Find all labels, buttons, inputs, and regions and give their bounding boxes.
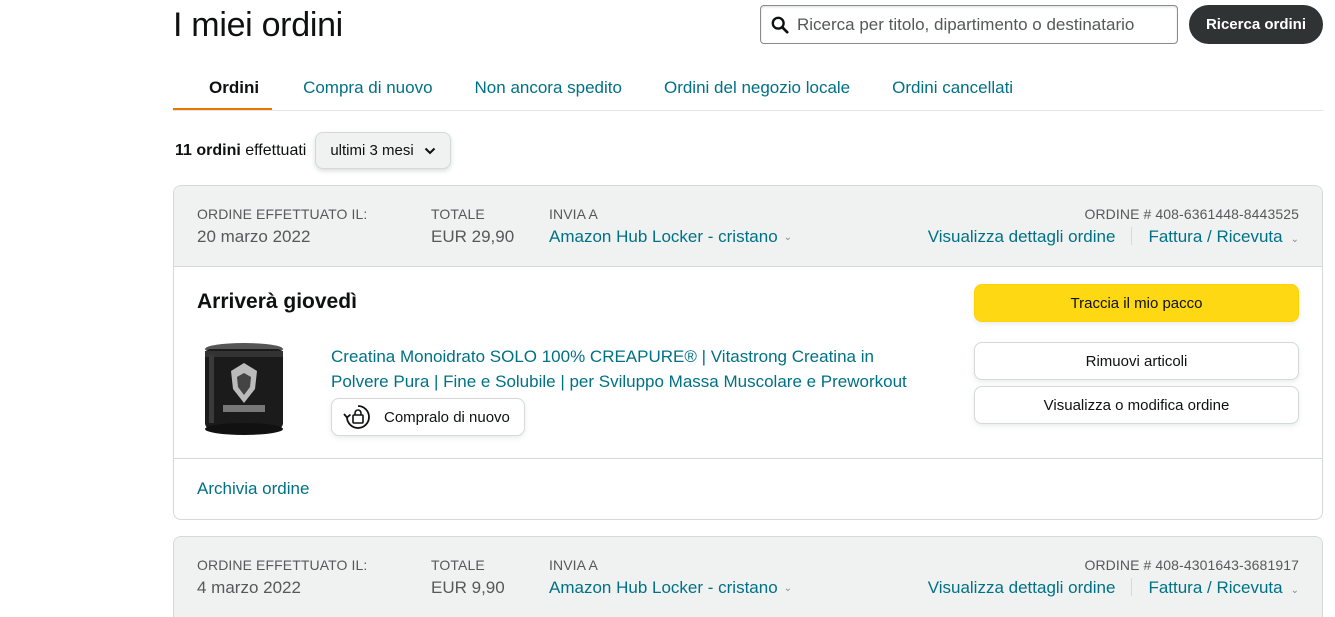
view-edit-order-button[interactable]: Visualizza o modifica ordine: [974, 386, 1299, 424]
order-total: EUR 29,90: [431, 227, 515, 246]
search-orders-button[interactable]: Ricerca ordini: [1189, 5, 1323, 44]
order-total-col: TOTALE EUR 9,90: [431, 557, 505, 598]
order-card: ORDINE EFFETTUATO IL: 4 marzo 2022 TOTAL…: [173, 536, 1323, 617]
orders-count-suffix: effettuati: [245, 141, 307, 159]
ship-to-col: INVIA A Amazon Hub Locker - cristano ⌄: [549, 206, 792, 247]
order-total-col: TOTALE EUR 29,90: [431, 206, 514, 247]
order-header: ORDINE EFFETTUATO IL: 20 marzo 2022 TOTA…: [174, 186, 1322, 267]
archive-order-link[interactable]: Archivia ordine: [197, 479, 309, 499]
order-footer: Archivia ordine: [174, 459, 1322, 519]
invoice-link-label: Fattura / Ricevuta: [1148, 227, 1283, 246]
buy-again-label: Compralo di nuovo: [384, 408, 510, 426]
buy-again-button[interactable]: Compralo di nuovo: [331, 398, 525, 436]
track-package-button[interactable]: Traccia il mio pacco: [974, 284, 1299, 322]
ship-to-name: Amazon Hub Locker - cristano: [549, 227, 778, 246]
order-date-col: ORDINE EFFETTUATO IL: 20 marzo 2022: [197, 206, 367, 247]
ship-to-label: INVIA A: [549, 557, 598, 573]
page-title: I miei ordini: [173, 6, 343, 44]
link-divider: [1131, 227, 1133, 245]
orders-summary: 11 ordini effettuati ultimi 3 mesi: [175, 132, 451, 169]
invoice-link[interactable]: Fattura / Ricevuta ⌄: [1148, 578, 1299, 597]
ship-to-col: INVIA A Amazon Hub Locker - cristano ⌄: [549, 557, 792, 598]
order-number-col: ORDINE # 408-6361448-8443525 Visualizza …: [928, 206, 1299, 247]
order-date-label: ORDINE EFFETTUATO IL:: [197, 557, 368, 573]
order-number: ORDINE # 408-4301643-3681917: [1084, 557, 1299, 573]
chevron-down-icon: ⌄: [1290, 234, 1299, 245]
order-date: 4 marzo 2022: [197, 578, 301, 597]
tab-cancelled-orders[interactable]: Ordini cancellati: [871, 70, 1034, 110]
search-box[interactable]: [760, 5, 1178, 44]
order-tabs: Ordini Compra di nuovo Non ancora spedit…: [173, 70, 1323, 111]
order-date: 20 marzo 2022: [197, 227, 311, 246]
order-date-col: ORDINE EFFETTUATO IL: 4 marzo 2022: [197, 557, 367, 598]
chevron-down-icon: ⌄: [783, 583, 793, 595]
invoice-link[interactable]: Fattura / Ricevuta ⌄: [1148, 227, 1299, 246]
order-details-link[interactable]: Visualizza dettagli ordine: [928, 227, 1116, 246]
order-total-label: TOTALE: [431, 206, 485, 222]
ship-to-label: INVIA A: [549, 206, 598, 222]
tab-not-yet-shipped[interactable]: Non ancora spedito: [454, 70, 643, 110]
chevron-down-icon: ⌄: [783, 232, 793, 244]
orders-count: 11 ordini: [175, 141, 241, 159]
remove-items-button[interactable]: Rimuovi articoli: [974, 342, 1299, 380]
period-dropdown[interactable]: ultimi 3 mesi: [315, 132, 451, 169]
invoice-link-label: Fattura / Ricevuta: [1148, 578, 1283, 597]
tab-buy-again[interactable]: Compra di nuovo: [282, 70, 453, 110]
period-dropdown-value: ultimi 3 mesi: [330, 142, 414, 159]
order-details-link[interactable]: Visualizza dettagli ordine: [928, 578, 1116, 597]
order-header: ORDINE EFFETTUATO IL: 4 marzo 2022 TOTAL…: [174, 537, 1322, 617]
ship-to-link[interactable]: Amazon Hub Locker - cristano ⌄: [549, 578, 792, 598]
chevron-down-icon: [424, 147, 435, 154]
search-input[interactable]: [797, 14, 1167, 35]
order-number-col: ORDINE # 408-4301643-3681917 Visualizza …: [928, 557, 1299, 598]
ship-to-name: Amazon Hub Locker - cristano: [549, 578, 778, 597]
order-card: ORDINE EFFETTUATO IL: 20 marzo 2022 TOTA…: [173, 185, 1323, 520]
order-total-label: TOTALE: [431, 557, 485, 573]
delivery-status: Arriverà giovedì: [197, 290, 357, 313]
order-date-label: ORDINE EFFETTUATO IL:: [197, 206, 368, 222]
order-total: EUR 9,90: [431, 578, 505, 597]
ship-to-link[interactable]: Amazon Hub Locker - cristano ⌄: [549, 227, 792, 247]
product-title-link[interactable]: Creatina Monoidrato SOLO 100% CREAPURE® …: [331, 344, 931, 394]
order-body: Arriverà giovedì Creatina Monoidrato SOL…: [174, 267, 1322, 459]
product-image[interactable]: [201, 341, 287, 437]
search-icon: [771, 16, 789, 34]
tab-local-store-orders[interactable]: Ordini del negozio locale: [643, 70, 871, 110]
tab-orders[interactable]: Ordini: [173, 70, 273, 110]
link-divider: [1131, 578, 1133, 596]
order-number: ORDINE # 408-6361448-8443525: [1084, 206, 1299, 222]
buy-again-icon: [343, 405, 370, 429]
chevron-down-icon: ⌄: [1290, 585, 1299, 596]
